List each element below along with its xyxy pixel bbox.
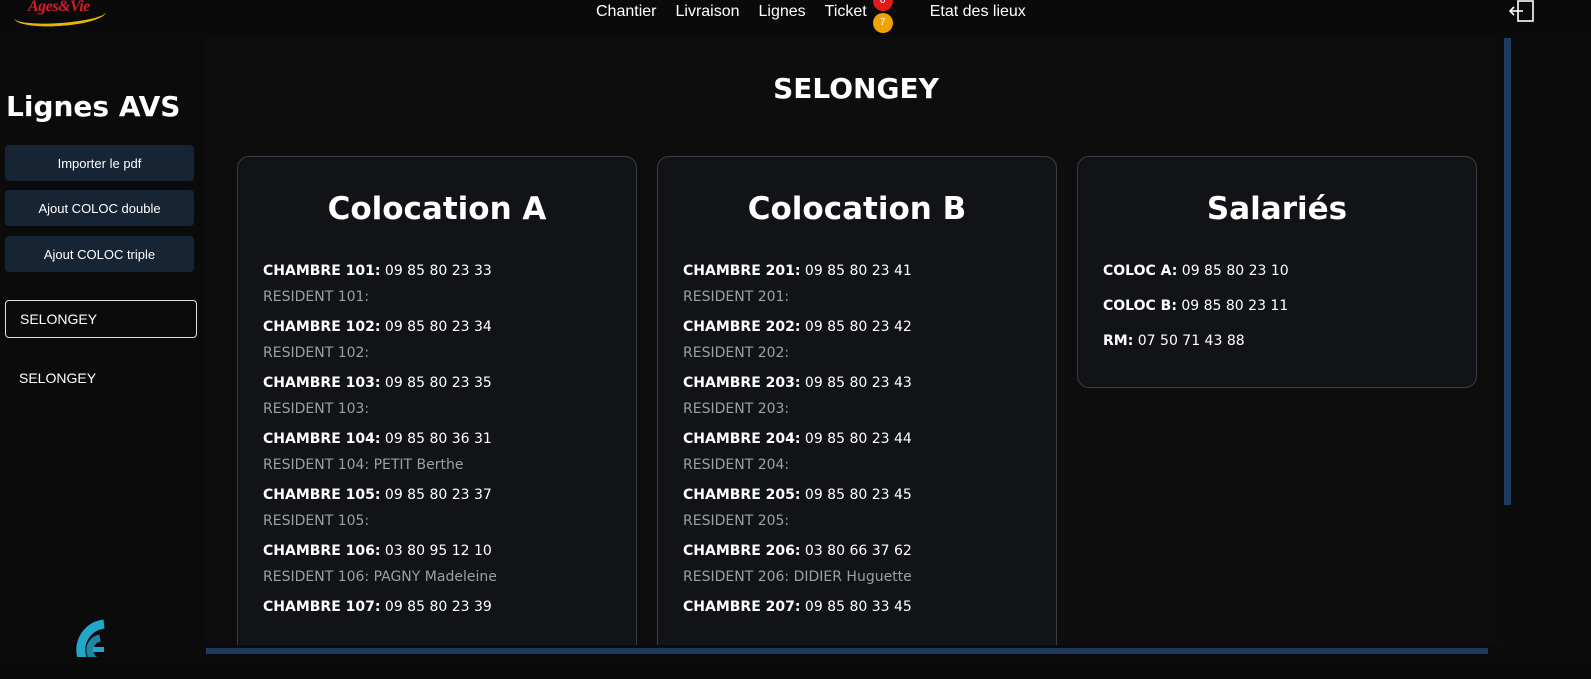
room-entry: CHAMBRE 107: 09 85 80 23 39 (263, 599, 636, 616)
room-entry: CHAMBRE 203: 09 85 80 23 43 RESIDENT 203… (683, 375, 1056, 418)
room-phone: 09 85 80 23 43 (804, 375, 912, 391)
import-pdf-button[interactable]: Importer le pdf (5, 145, 194, 181)
room-phone: 09 85 80 23 39 (384, 599, 492, 615)
main-content: SELONGEY Colocation A CHAMBRE 101: 09 85… (206, 38, 1506, 648)
salarie-phone: 09 85 80 23 11 (1181, 298, 1289, 314)
room-label: CHAMBRE 205: (683, 487, 801, 503)
room-phone: 09 85 80 23 35 (384, 375, 492, 391)
horizontal-scrollbar-thumb[interactable] (206, 648, 1488, 654)
page-title: SELONGEY (773, 72, 939, 105)
room-entry: CHAMBRE 105: 09 85 80 23 37 RESIDENT 105… (263, 487, 636, 530)
room-entry: CHAMBRE 204: 09 85 80 23 44 RESIDENT 204… (683, 431, 1056, 474)
nav-livraison[interactable]: Livraison (675, 3, 739, 21)
room-entry: CHAMBRE 106: 03 80 95 12 10 RESIDENT 106… (263, 543, 636, 586)
room-entry: CHAMBRE 201: 09 85 80 23 41 RESIDENT 201… (683, 263, 1056, 306)
colocation-a-title: Colocation A (327, 191, 547, 227)
room-label: CHAMBRE 105: (263, 487, 381, 503)
colocation-b-card: Colocation B CHAMBRE 201: 09 85 80 23 41… (657, 156, 1057, 648)
resident-text: RESIDENT 101: (263, 289, 370, 305)
room-phone: 09 85 80 23 34 (384, 319, 492, 335)
room-phone: 03 80 95 12 10 (384, 543, 492, 559)
vertical-scrollbar-thumb[interactable] (1504, 38, 1511, 505)
add-coloc-double-button[interactable]: Ajout COLOC double (5, 190, 194, 226)
room-entry: CHAMBRE 103: 09 85 80 23 35 RESIDENT 103… (263, 375, 636, 418)
colocation-a-card: Colocation A CHAMBRE 101: 09 85 80 23 33… (237, 156, 637, 648)
resident-text: RESIDENT 105: (263, 513, 370, 529)
resident-text: RESIDENT 104: PETIT Berthe (263, 457, 464, 473)
room-label: CHAMBRE 207: (683, 599, 801, 615)
room-label: CHAMBRE 106: (263, 543, 381, 559)
logo-text: Ages&Vie (28, 0, 90, 15)
resident-text: RESIDENT 103: (263, 401, 370, 417)
room-label: CHAMBRE 202: (683, 319, 801, 335)
resident-text: RESIDENT 205: (683, 513, 790, 529)
resident-text: RESIDENT 204: (683, 457, 790, 473)
room-entry: CHAMBRE 102: 09 85 80 23 34 RESIDENT 102… (263, 319, 636, 362)
room-phone: 09 85 80 23 33 (384, 263, 492, 279)
room-entry: CHAMBRE 207: 09 85 80 33 45 (683, 599, 1056, 616)
salarie-label: RM: (1103, 333, 1134, 349)
salarie-label: COLOC A: (1103, 263, 1178, 279)
sidebar-item-selongey[interactable]: SELONGEY (19, 370, 96, 386)
nav-chantier[interactable]: Chantier (596, 3, 656, 21)
room-label: CHAMBRE 103: (263, 375, 381, 391)
ticket-badge-red: 0 (872, 0, 893, 11)
room-phone: 09 85 80 33 45 (804, 599, 912, 615)
colocation-b-title: Colocation B (747, 191, 967, 227)
room-phone: 09 85 80 23 41 (804, 263, 912, 279)
room-label: CHAMBRE 206: (683, 543, 801, 559)
room-phone: 09 85 80 23 42 (804, 319, 912, 335)
nav-etat-des-lieux[interactable]: Etat des lieux (930, 3, 1026, 21)
room-label: CHAMBRE 102: (263, 319, 381, 335)
room-label: CHAMBRE 204: (683, 431, 801, 447)
nav-ticket-wrap: Ticket 0 7 (825, 0, 893, 33)
room-label: CHAMBRE 101: (263, 263, 381, 279)
resident-text: RESIDENT 201: (683, 289, 790, 305)
ages-et-vie-logo[interactable]: Ages&Vie (13, 0, 107, 30)
resident-text: RESIDENT 202: (683, 345, 790, 361)
ticket-badge-orange: 7 (872, 13, 893, 33)
sidebar-title: Lignes AVS (6, 90, 181, 123)
room-phone: 09 85 80 23 45 (804, 487, 912, 503)
nav-lignes[interactable]: Lignes (759, 3, 806, 21)
room-label: CHAMBRE 203: (683, 375, 801, 391)
nav-ticket[interactable]: Ticket (825, 3, 867, 20)
logout-icon[interactable] (1509, 0, 1535, 22)
room-label: CHAMBRE 107: (263, 599, 381, 615)
salaries-title: Salariés (1206, 191, 1348, 227)
salaries-card: Salariés COLOC A: 09 85 80 23 10 COLOC B… (1077, 156, 1477, 388)
add-coloc-triple-button[interactable]: Ajout COLOC triple (5, 236, 194, 272)
salarie-entry: RM: 07 50 71 43 88 (1103, 333, 1476, 350)
top-navbar: Ages&Vie Chantier Livraison Lignes Ticke… (0, 0, 1591, 38)
room-entry: CHAMBRE 104: 09 85 80 36 31 RESIDENT 104… (263, 431, 636, 474)
room-phone: 09 85 80 36 31 (384, 431, 492, 447)
room-entry: CHAMBRE 205: 09 85 80 23 45 RESIDENT 205… (683, 487, 1056, 530)
room-entry: CHAMBRE 101: 09 85 80 23 33 RESIDENT 101… (263, 263, 636, 306)
room-entry: CHAMBRE 206: 03 80 66 37 62 RESIDENT 206… (683, 543, 1056, 586)
bottom-strip (0, 657, 1591, 679)
salarie-label: COLOC B: (1103, 298, 1177, 314)
room-phone: 03 80 66 37 62 (804, 543, 912, 559)
salarie-phone: 09 85 80 23 10 (1181, 263, 1289, 279)
sidebar: Lignes AVS Importer le pdf Ajout COLOC d… (0, 38, 206, 679)
residence-search-input[interactable] (5, 300, 197, 338)
resident-text: RESIDENT 203: (683, 401, 790, 417)
room-label: CHAMBRE 201: (683, 263, 801, 279)
main-nav: Chantier Livraison Lignes Ticket 0 7 Eta… (596, 0, 1045, 33)
room-phone: 09 85 80 23 37 (384, 487, 492, 503)
resident-text: RESIDENT 206: DIDIER Huguette (683, 569, 912, 585)
salarie-entry: COLOC B: 09 85 80 23 11 (1103, 298, 1476, 315)
room-label: CHAMBRE 104: (263, 431, 381, 447)
salarie-phone: 07 50 71 43 88 (1137, 333, 1245, 349)
salarie-entry: COLOC A: 09 85 80 23 10 (1103, 263, 1476, 280)
room-phone: 09 85 80 23 44 (804, 431, 912, 447)
resident-text: RESIDENT 102: (263, 345, 370, 361)
resident-text: RESIDENT 106: PAGNY Madeleine (263, 569, 497, 585)
room-entry: CHAMBRE 202: 09 85 80 23 42 RESIDENT 202… (683, 319, 1056, 362)
